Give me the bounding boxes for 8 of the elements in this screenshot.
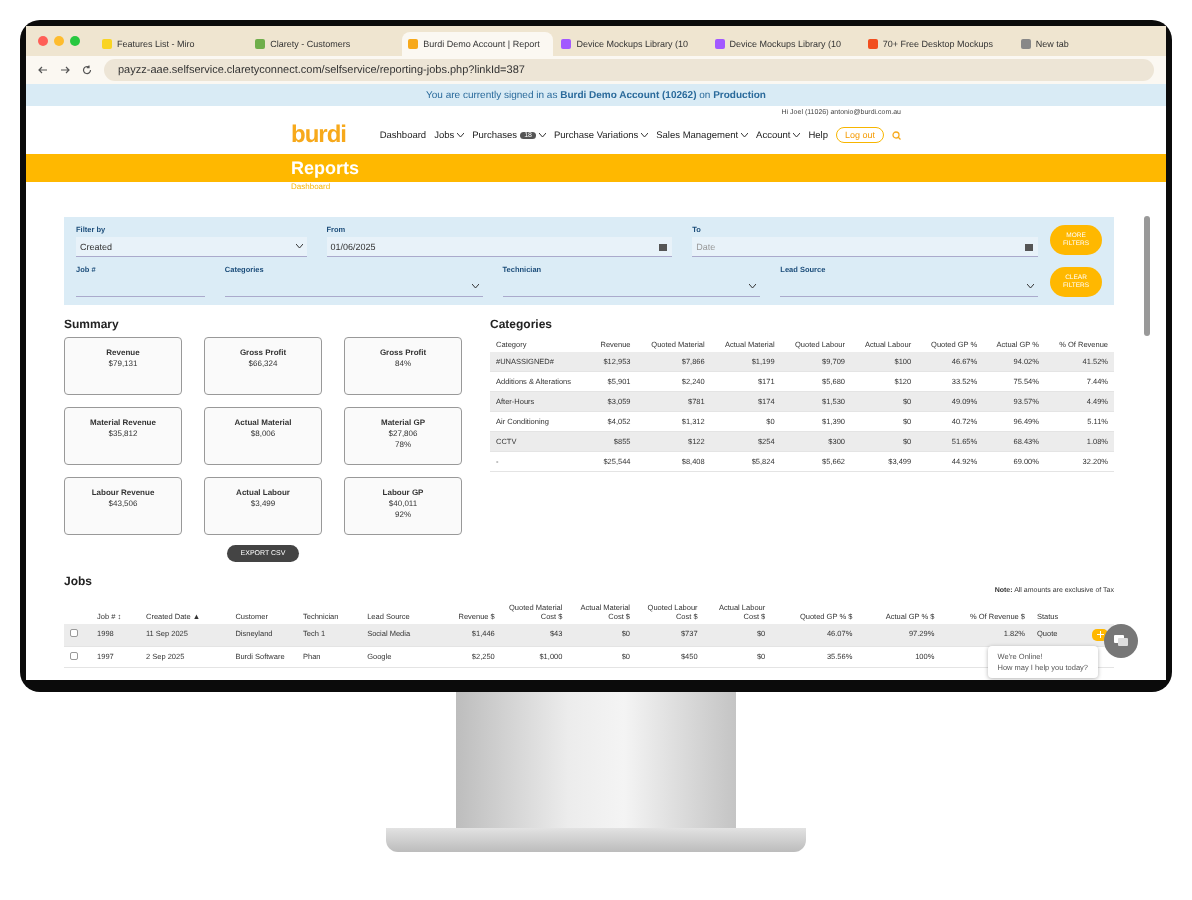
- chat-button[interactable]: [1104, 624, 1138, 658]
- add-button[interactable]: [1092, 629, 1108, 641]
- scrollbar[interactable]: [1144, 216, 1150, 336]
- row-checkbox[interactable]: [70, 629, 78, 637]
- search-icon[interactable]: [892, 130, 901, 140]
- row-checkbox[interactable]: [70, 652, 78, 660]
- chat-bubbles-icon: [1113, 634, 1129, 648]
- page-title: Reports: [291, 156, 361, 182]
